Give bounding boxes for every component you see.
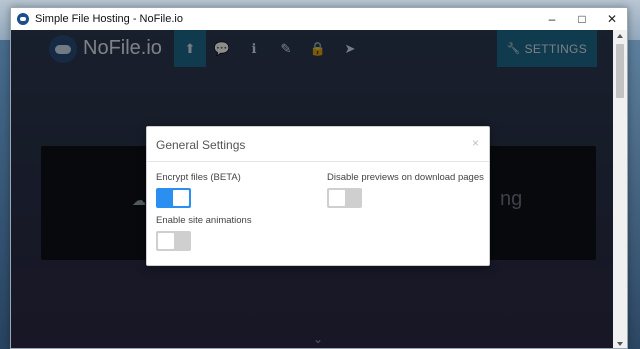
setting-label: Disable previews on download pages <box>327 172 484 183</box>
scrollbar-thumb[interactable] <box>616 44 624 98</box>
close-button[interactable]: ✕ <box>597 8 627 30</box>
setting-site-animations: Enable site animations <box>156 215 252 251</box>
minimize-button[interactable]: – <box>537 8 567 30</box>
close-icon[interactable]: × <box>472 136 479 150</box>
toggle-knob <box>173 190 189 206</box>
scroll-up-icon[interactable] <box>617 34 623 38</box>
setting-encrypt-files: Encrypt files (BETA) <box>156 172 241 208</box>
disable-previews-toggle[interactable] <box>327 188 362 208</box>
scrollbar[interactable] <box>613 30 627 348</box>
encrypt-files-toggle[interactable] <box>156 188 191 208</box>
scroll-down-icon[interactable] <box>617 342 623 346</box>
setting-label: Encrypt files (BETA) <box>156 172 241 183</box>
maximize-button[interactable]: □ <box>567 8 597 30</box>
general-settings-modal: General Settings × Encrypt files (BETA) … <box>146 126 490 266</box>
window-title: Simple File Hosting - NoFile.io <box>35 13 183 25</box>
setting-label: Enable site animations <box>156 215 252 226</box>
setting-disable-previews: Disable previews on download pages <box>327 172 484 208</box>
toggle-knob <box>329 190 345 206</box>
title-bar: Simple File Hosting - NoFile.io – □ ✕ <box>11 8 627 30</box>
toggle-knob <box>158 233 174 249</box>
modal-title: General Settings <box>156 138 246 152</box>
modal-header: General Settings × <box>147 127 489 162</box>
site-animations-toggle[interactable] <box>156 231 191 251</box>
app-icon <box>17 13 29 25</box>
